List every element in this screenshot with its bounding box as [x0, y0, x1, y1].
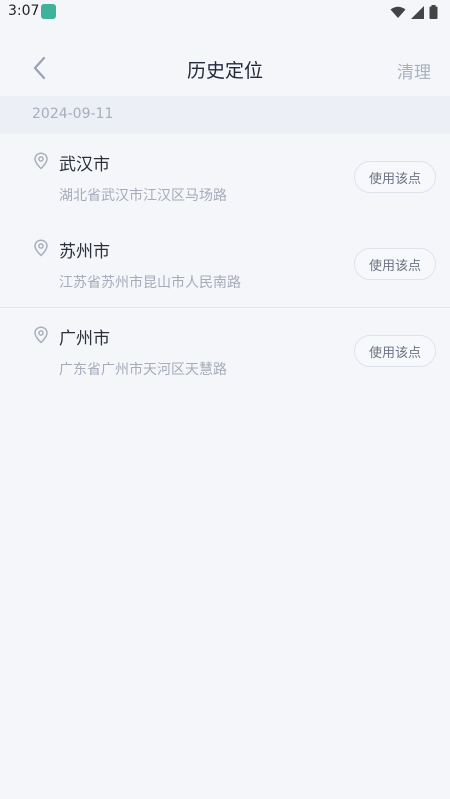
date-label: 2024-09-11: [32, 106, 114, 122]
use-location-button[interactable]: 使用该点: [354, 335, 436, 367]
status-icons: [390, 4, 438, 20]
battery-icon: [429, 5, 438, 19]
date-group-header: 2024-09-11: [0, 96, 450, 134]
address-text: 江苏省苏州市昆山市人民南路: [59, 275, 241, 291]
list-item[interactable]: 广州市 广东省广州市天河区天慧路 使用该点: [0, 308, 450, 395]
status-bar: 3:07: [0, 0, 450, 24]
use-location-button[interactable]: 使用该点: [354, 161, 436, 193]
address-text: 湖北省武汉市江汉区马场路: [59, 188, 227, 204]
status-time: 3:07: [8, 3, 40, 19]
history-list: 武汉市 湖北省武汉市江汉区马场路 使用该点 苏州市 江苏省苏州市昆山市人民南路 …: [0, 134, 450, 395]
location-pin-icon: [34, 152, 48, 170]
location-pin-icon: [34, 326, 48, 344]
city-name: 武汉市: [59, 155, 110, 175]
app-notification-icon: [41, 4, 56, 19]
signal-icon: [411, 5, 424, 19]
clear-button[interactable]: 清理: [397, 58, 431, 83]
city-name: 苏州市: [59, 242, 110, 262]
wifi-icon: [390, 6, 406, 18]
header: 历史定位 清理: [0, 40, 450, 96]
use-location-button[interactable]: 使用该点: [354, 248, 436, 280]
list-item[interactable]: 武汉市 湖北省武汉市江汉区马场路 使用该点: [0, 134, 450, 221]
list-item[interactable]: 苏州市 江苏省苏州市昆山市人民南路 使用该点: [0, 221, 450, 308]
location-pin-icon: [34, 239, 48, 257]
city-name: 广州市: [59, 329, 110, 349]
address-text: 广东省广州市天河区天慧路: [59, 362, 227, 378]
page-title: 历史定位: [186, 60, 263, 82]
